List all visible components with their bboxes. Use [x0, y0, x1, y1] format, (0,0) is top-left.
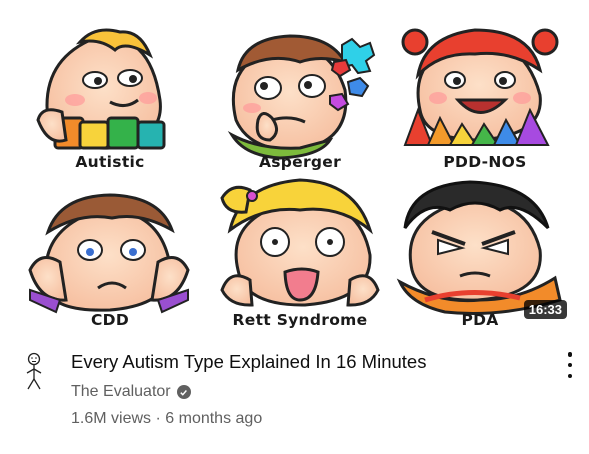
- channel-name: The Evaluator: [71, 383, 171, 400]
- video-stats: 1.6M views · 6 months ago: [71, 410, 262, 428]
- label-pdd-nos: PDD-NOS: [443, 153, 527, 171]
- asperger-face: [227, 34, 376, 160]
- label-autistic: Autistic: [75, 153, 145, 171]
- stats-separator: ·: [155, 410, 161, 427]
- stick-figure-avatar-icon[interactable]: [22, 352, 46, 392]
- cdd-face: [28, 193, 190, 314]
- view-count: 1.6M views: [71, 410, 152, 427]
- rett-syndrome-face: [220, 178, 380, 307]
- label-cdd: CDD: [90, 311, 129, 329]
- pda-face: [396, 180, 562, 315]
- label-pda: PDA: [461, 311, 499, 329]
- video-thumbnail[interactable]: Autistic Asperger PDD-NOS CDD Rett Syndr…: [0, 0, 589, 336]
- channel-link[interactable]: The Evaluator: [71, 383, 191, 401]
- upload-age: 6 months ago: [165, 410, 263, 427]
- label-asperger: Asperger: [258, 153, 342, 171]
- label-rett-syndrome: Rett Syndrome: [232, 311, 368, 329]
- video-metadata: Every Autism Type Explained In 16 Minute…: [0, 340, 589, 454]
- pdd-nos-face: [401, 28, 559, 146]
- autistic-face: [36, 28, 166, 150]
- duration-badge: 16:33: [523, 300, 567, 319]
- video-title[interactable]: Every Autism Type Explained In 16 Minute…: [71, 351, 426, 373]
- more-vert-icon[interactable]: [565, 352, 575, 378]
- verified-check-icon: [176, 385, 191, 399]
